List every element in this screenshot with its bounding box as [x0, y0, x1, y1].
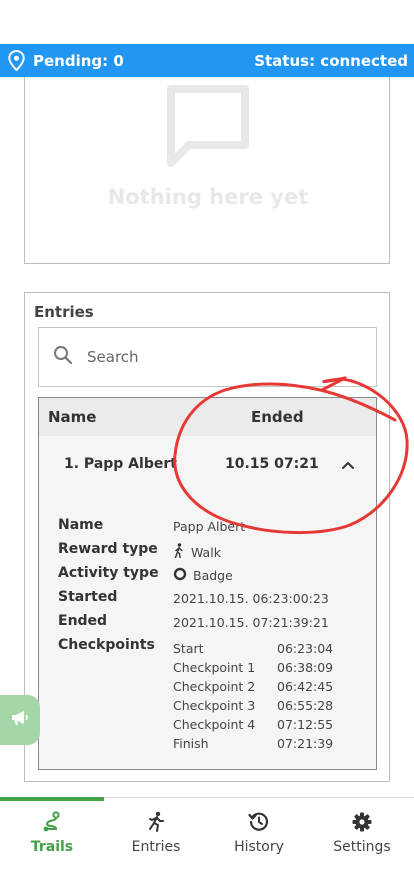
chevron-up-icon[interactable]	[339, 456, 357, 474]
history-icon	[248, 810, 270, 834]
detail-value: Papp Albert	[173, 519, 245, 534]
connection-status: Status: connected	[254, 51, 408, 70]
search-icon	[53, 345, 73, 369]
detail-row-reward: Reward type Walk	[39, 538, 378, 562]
feedback-button[interactable]	[0, 695, 40, 745]
nav-label: Entries	[131, 839, 181, 855]
entry-name: 1. Papp Albert	[64, 456, 177, 472]
detail-value: 2021.10.15. 07:21:39:21	[173, 615, 329, 630]
comment-bubble-icon	[165, 83, 251, 171]
route-icon	[41, 810, 63, 834]
detail-label: Activity type	[58, 565, 159, 581]
entries-title: Entries	[34, 303, 94, 321]
detail-label: Ended	[58, 613, 108, 629]
checkpoint-name: Checkpoint 4	[173, 717, 256, 732]
checkpoint-time: 06:38:09	[277, 660, 334, 675]
empty-state-text: Nothing here yet	[107, 185, 309, 209]
nav-label: Trails	[30, 839, 74, 855]
empty-state-card: Nothing here yet	[24, 77, 390, 264]
nav-tab-settings[interactable]: Settings	[310, 798, 414, 868]
detail-row-name: Name Papp Albert	[39, 514, 378, 538]
megaphone-icon	[10, 709, 30, 731]
gear-icon	[351, 810, 373, 834]
detail-row-activity: Activity type Badge	[39, 562, 378, 586]
nav-label: Settings	[333, 839, 391, 855]
pending-label: Pending: 0	[33, 51, 124, 70]
entry-ended: 10.15 07:21	[225, 456, 319, 472]
checkpoint-name: Finish	[173, 736, 209, 751]
activity-value: Badge	[193, 568, 233, 583]
detail-label: Name	[58, 517, 104, 533]
started-value: 2021.10.15. 06:23:00:23	[173, 591, 329, 606]
detail-label: Started	[58, 589, 118, 605]
detail-row-started: Started 2021.10.15. 06:23:00:23	[39, 586, 378, 610]
checkpoint-time: 06:23:04	[277, 641, 334, 656]
running-person-icon	[146, 810, 166, 834]
detail-value: Badge	[173, 567, 233, 584]
checkpoint-time: 07:12:55	[277, 717, 334, 732]
pending-indicator: Pending: 0	[8, 50, 124, 71]
status-bar: Pending: 0 Status: connected	[0, 44, 414, 77]
search-input[interactable]	[87, 348, 327, 366]
search-box[interactable]	[38, 327, 377, 387]
bottom-navigation: Trails Entries History Settings	[0, 797, 414, 867]
nav-tab-entries[interactable]: Entries	[104, 798, 208, 868]
table-row[interactable]: 1. Papp Albert 10.15 07:21	[39, 436, 376, 494]
badge-circle-icon	[173, 567, 187, 584]
checkpoint-time: 06:55:28	[277, 698, 334, 713]
detail-label: Reward type	[58, 541, 158, 557]
entries-table: Name Ended 1. Papp Albert 10.15 07:21 Na…	[38, 397, 377, 770]
nav-label: History	[234, 839, 284, 855]
ended-value: 2021.10.15. 07:21:39:21	[173, 615, 329, 630]
detail-value: Walk	[173, 543, 221, 561]
table-header: Name Ended	[39, 398, 376, 436]
checkpoint-time: 06:42:45	[277, 679, 334, 694]
walking-person-icon	[173, 543, 185, 561]
checkpoint-name: Start	[173, 641, 204, 656]
checkpoint-time: 07:21:39	[277, 736, 334, 751]
nav-tab-trails[interactable]: Trails	[0, 798, 104, 868]
detail-label: Checkpoints	[58, 637, 155, 653]
column-header-name[interactable]: Name	[48, 408, 96, 426]
name-value: Papp Albert	[173, 519, 246, 534]
checkpoint-name: Checkpoint 1	[173, 660, 256, 675]
reward-value: Walk	[191, 544, 221, 560]
detail-value: 2021.10.15. 06:23:00:23	[173, 591, 329, 606]
detail-row-ended: Ended 2021.10.15. 07:21:39:21	[39, 610, 378, 634]
entries-card: Entries Name Ended 1. Papp Albert 10.15 …	[24, 292, 390, 782]
checkpoint-name: Checkpoint 2	[173, 679, 256, 694]
nav-tab-history[interactable]: History	[207, 798, 311, 868]
location-pin-icon	[8, 50, 25, 71]
checkpoint-name: Checkpoint 3	[173, 698, 256, 713]
column-header-ended[interactable]: Ended	[251, 408, 304, 426]
